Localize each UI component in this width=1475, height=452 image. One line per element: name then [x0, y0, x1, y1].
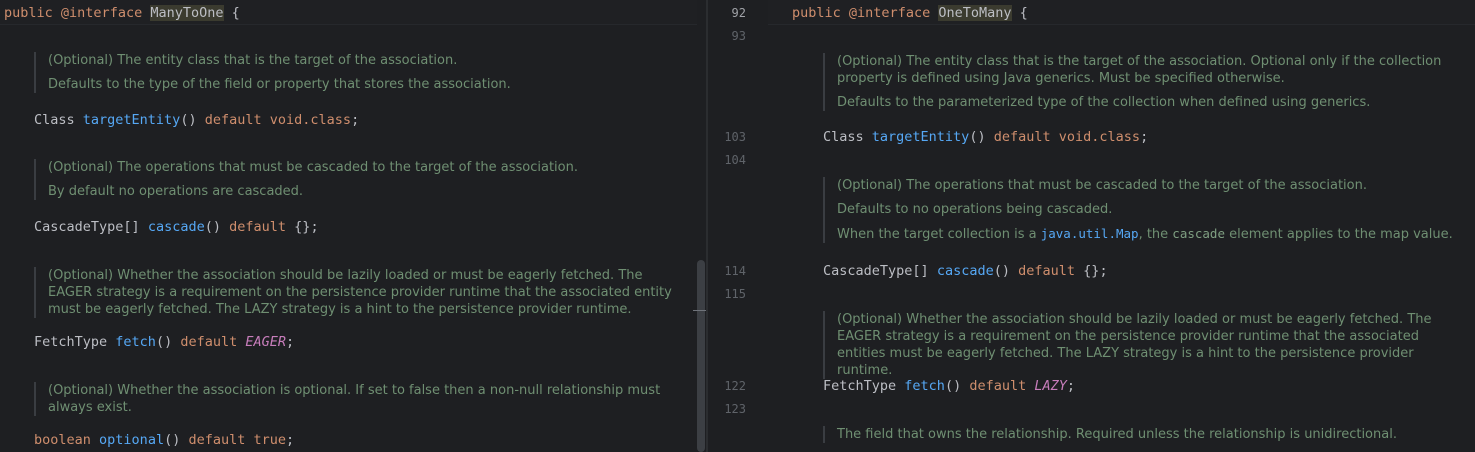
left-code-optional: boolean optional() default true;: [34, 432, 295, 448]
left-doc-optional: (Optional) Whether the association is op…: [34, 382, 678, 416]
left-code-cascade: CascadeType[] cascade() default {};: [34, 219, 319, 235]
line-number: 122: [724, 379, 746, 393]
left-doc-target-entity: (Optional) The entity class that is the …: [34, 52, 678, 93]
left-code-target-entity: Class targetEntity() default void.class;: [34, 112, 360, 128]
line-number: 114: [724, 264, 746, 278]
code-ref-java-util-map[interactable]: java.util.Map: [1041, 226, 1139, 241]
line-number: 104: [724, 153, 746, 167]
line-number: 123: [724, 402, 746, 416]
right-code-fetch: FetchType fetch() default LAZY;: [823, 378, 1076, 394]
right-interface-declaration: public @interface OneToMany {: [792, 5, 1028, 21]
left-doc-fetch: (Optional) Whether the association shoul…: [34, 267, 678, 318]
right-code-cascade: CascadeType[] cascade() default {};: [823, 263, 1108, 279]
right-line-number-gutter: 92 93 103 104 114 115 122 123: [708, 0, 768, 452]
right-doc-target-entity: (Optional) The entity class that is the …: [823, 53, 1462, 111]
right-doc-fetch: (Optional) Whether the association shoul…: [823, 311, 1462, 379]
right-code-target-entity: Class targetEntity() default void.class;: [823, 129, 1149, 145]
left-editor-pane[interactable]: public @interface ManyToOne { (Optional)…: [0, 0, 697, 452]
diff-scroll-marker: [693, 310, 707, 311]
right-doc-cascade: (Optional) The operations that must be c…: [823, 177, 1462, 243]
left-vertical-scrollbar[interactable]: [697, 260, 705, 452]
right-editor-pane[interactable]: public @interface OneToMany { (Optional)…: [768, 0, 1475, 452]
line-number: 93: [731, 29, 746, 43]
right-doc-mapped-by: The field that owns the relationship. Re…: [823, 426, 1462, 443]
left-interface-declaration: public @interface ManyToOne {: [4, 5, 240, 21]
left-doc-cascade: (Optional) The operations that must be c…: [34, 159, 678, 200]
left-code-fetch: FetchType fetch() default EAGER;: [34, 334, 295, 350]
line-number: 103: [724, 130, 746, 144]
line-number: 92: [731, 6, 746, 20]
line-number: 115: [724, 287, 746, 301]
